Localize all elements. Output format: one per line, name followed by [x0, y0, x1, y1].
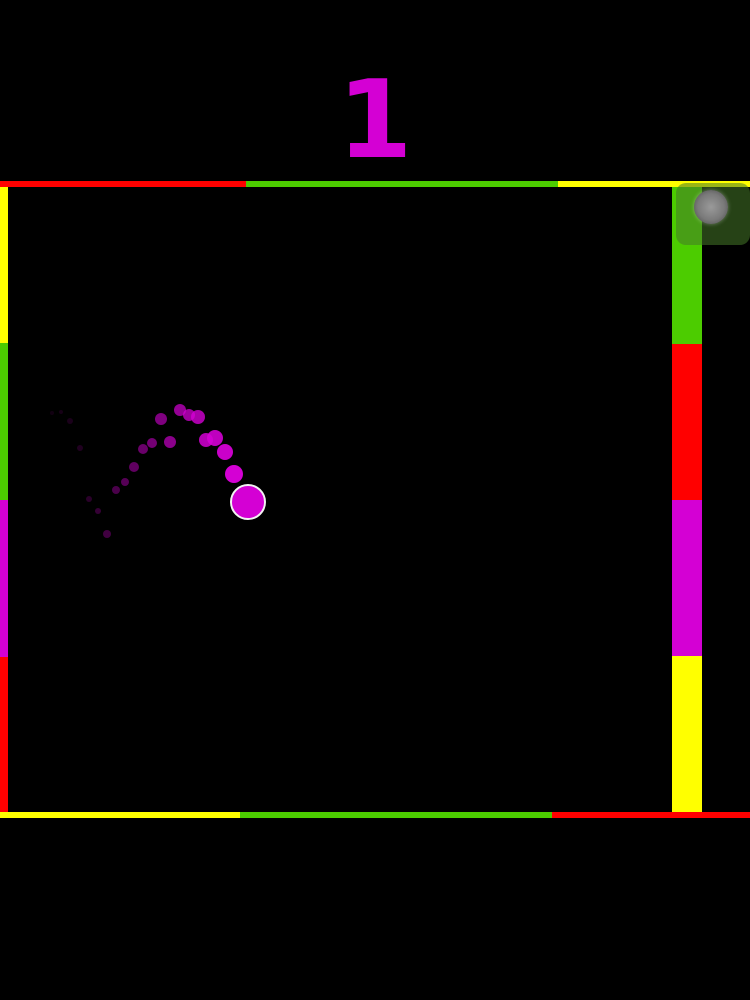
trail-dot [225, 465, 243, 483]
right-paddle-segment-magenta[interactable] [672, 500, 702, 656]
trail-dot [164, 436, 176, 448]
trail-dot [217, 444, 233, 460]
top-wall-segment-green [246, 181, 558, 187]
bottom-wall-segment-red [552, 812, 750, 818]
right-paddle-segment-red[interactable] [672, 344, 702, 500]
left-wall-segment-yellow [0, 187, 8, 343]
bottom-wall-segment-green [240, 812, 552, 818]
right-paddle-segment-yellow[interactable] [672, 656, 702, 812]
trail-dot [103, 530, 111, 538]
bottom-wall-segment-yellow [0, 812, 240, 818]
trail-dot [121, 478, 129, 486]
game-arena[interactable] [0, 0, 750, 1000]
trail-dot [95, 508, 101, 514]
ball [230, 484, 266, 520]
trail-dot [59, 410, 63, 414]
trail-dot [147, 438, 157, 448]
left-wall-segment-green [0, 343, 8, 500]
pause-knob-icon[interactable] [694, 190, 728, 224]
trail-dot [129, 462, 139, 472]
trail-dot [138, 444, 148, 454]
trail-dot [155, 413, 167, 425]
trail-dot [86, 496, 92, 502]
trail-dot [199, 433, 213, 447]
trail-dot [77, 445, 83, 451]
trail-dot [67, 418, 73, 424]
top-wall-segment-red [0, 181, 246, 187]
left-wall-segment-red [0, 657, 8, 812]
trail-dot [174, 404, 186, 416]
trail-dot [50, 411, 54, 415]
left-wall-segment-magenta [0, 500, 8, 657]
trail-dot [112, 486, 120, 494]
